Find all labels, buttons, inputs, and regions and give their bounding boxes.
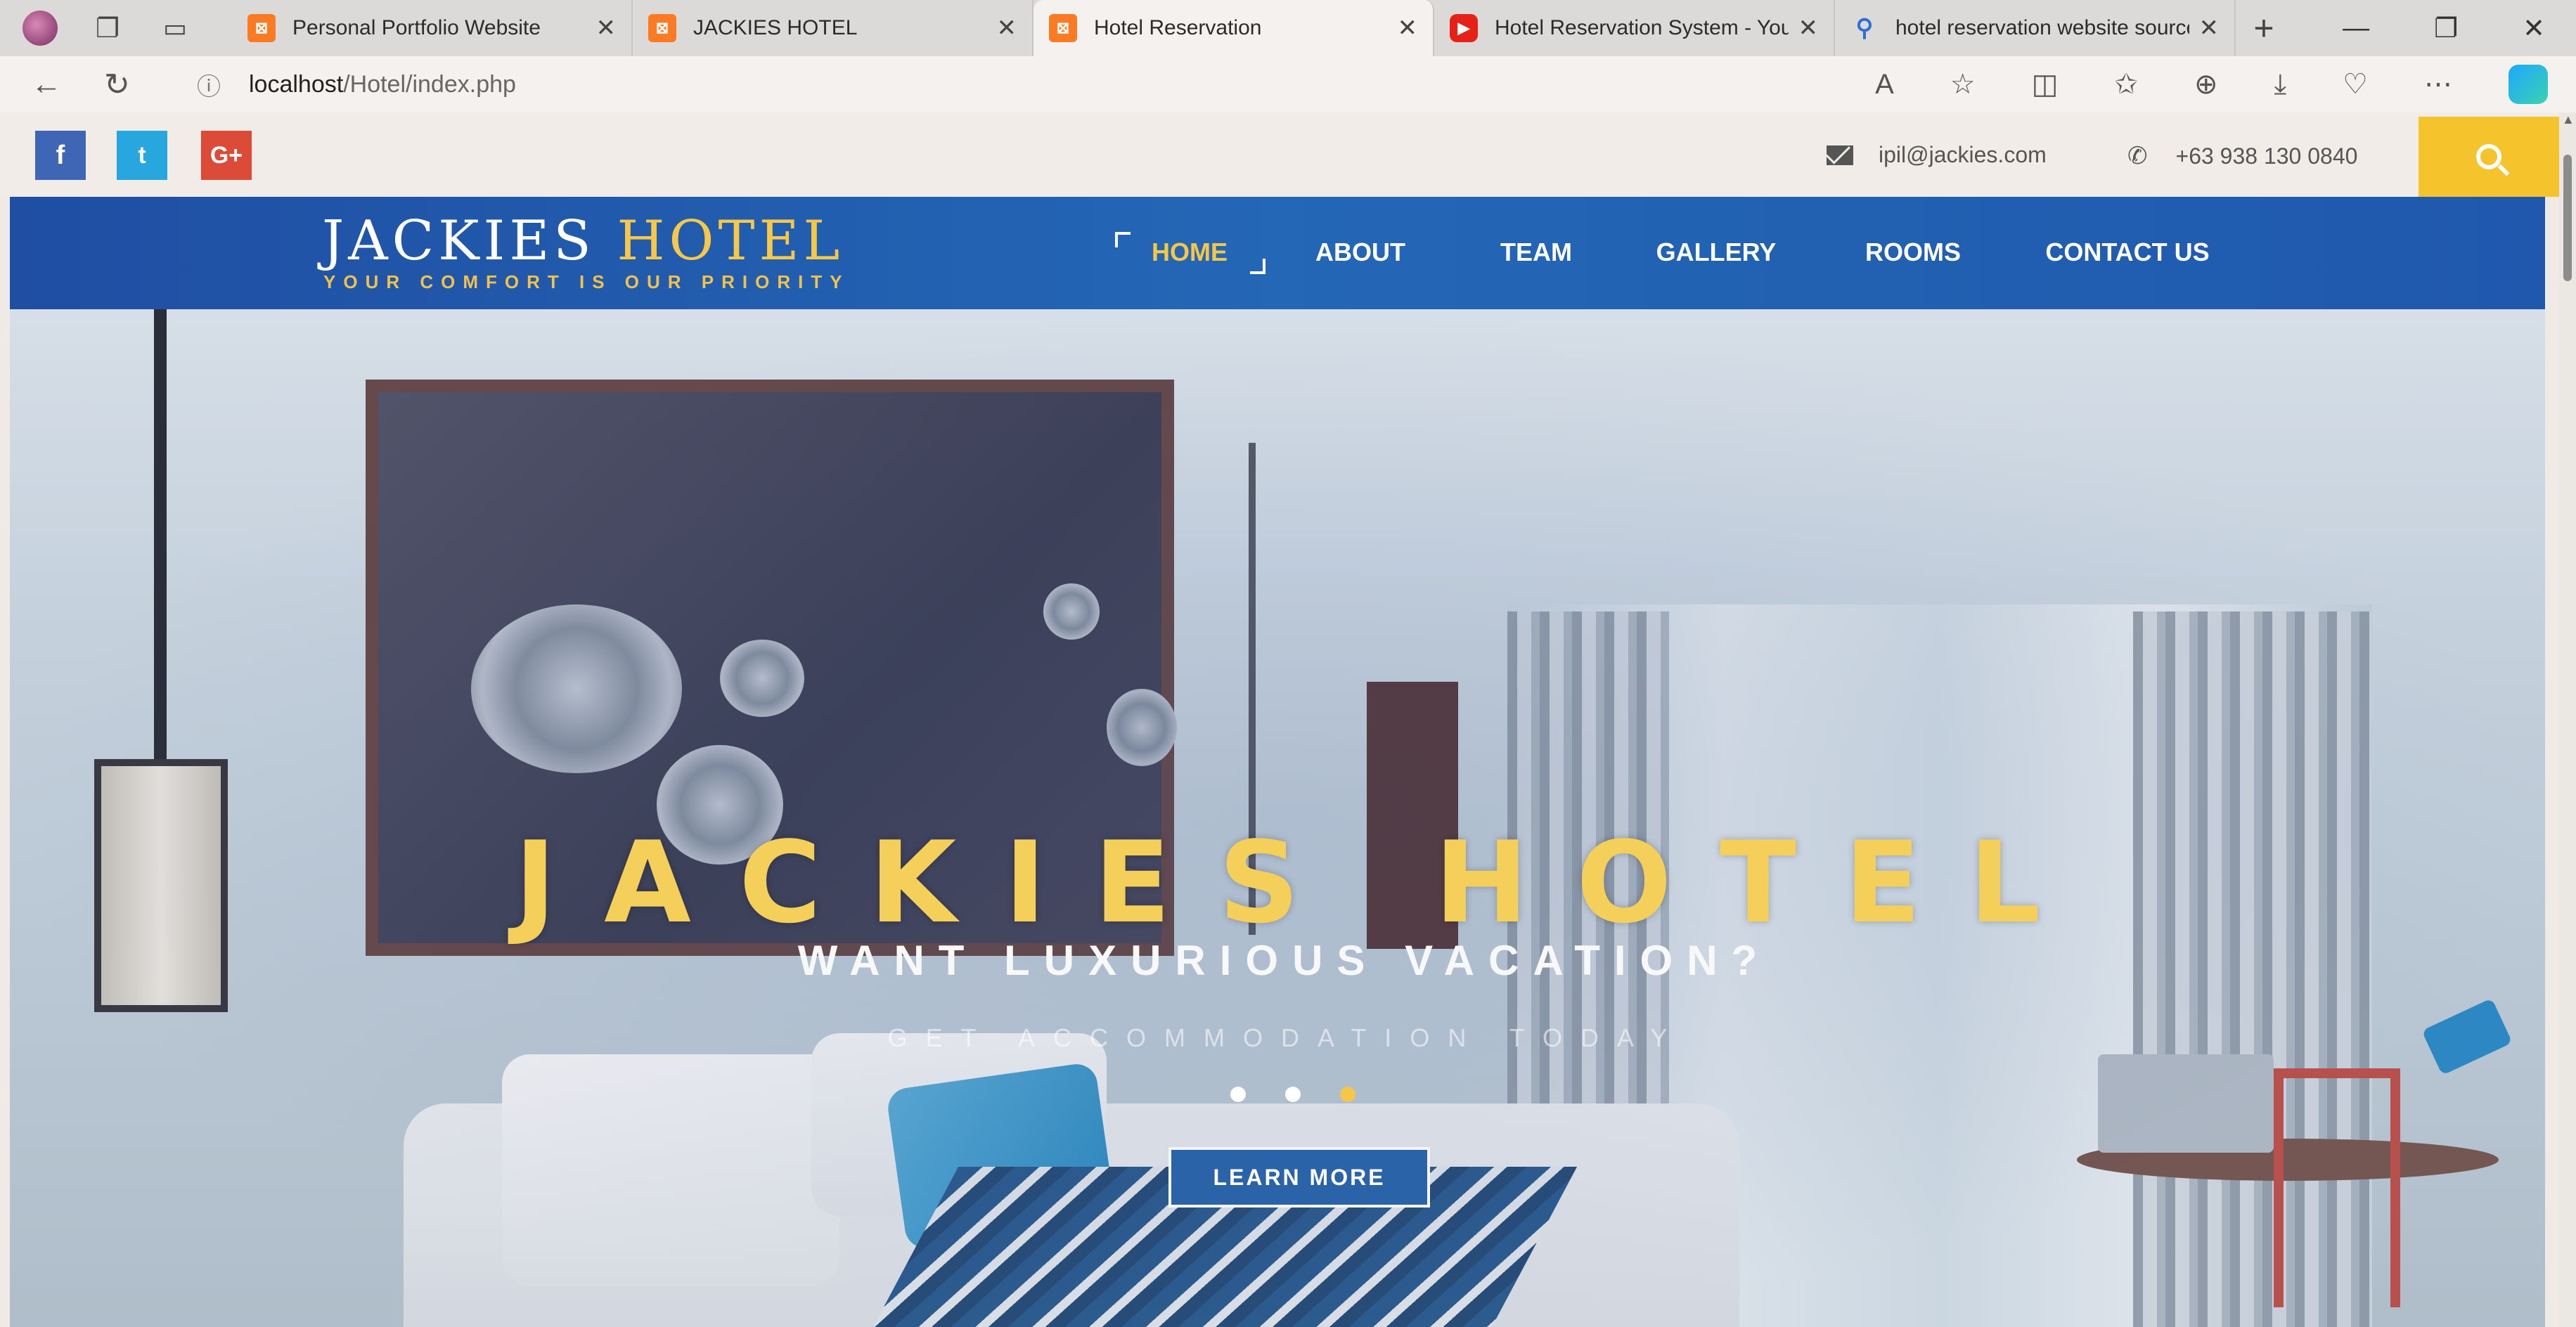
tab-title: Hotel Reservation — [1094, 16, 1262, 39]
site-info-icon[interactable]: ⓘ — [197, 67, 221, 102]
favorites-icon[interactable]: ✩ — [2114, 68, 2138, 101]
url-host: localhost — [249, 70, 344, 98]
nav-gallery[interactable]: GALLERY — [1624, 228, 1808, 277]
hero-title: JACKIES HOTEL — [514, 817, 2089, 948]
nav-about[interactable]: ABOUT — [1273, 228, 1448, 277]
more-menu-icon[interactable]: ⋯ — [2424, 68, 2452, 101]
search-icon — [2476, 144, 2501, 169]
logo-jackies: JACKIES — [322, 209, 595, 273]
scrollbar-thumb[interactable] — [2563, 155, 2572, 281]
phone-text: +63 938 130 0840 — [2175, 143, 2358, 169]
close-icon[interactable]: ✕ — [596, 14, 617, 42]
xampp-icon: ⊠ — [247, 14, 276, 42]
read-aloud-icon[interactable]: A — [1875, 69, 1894, 101]
website-viewport: f t G+ ipil@jackies.com ✆ +63 938 130 08… — [0, 112, 2559, 1327]
tab-title: Personal Portfolio Website — [292, 16, 541, 39]
slider-dot[interactable] — [1230, 1087, 1246, 1102]
tab-title: hotel reservation website source — [1895, 16, 2189, 39]
tab-jackies-hotel[interactable]: ⊠ JACKIES HOTEL ✕ — [633, 0, 1033, 56]
tab-actions-icon[interactable]: ▭ — [157, 11, 193, 46]
avatar-icon — [22, 11, 58, 46]
nav-home[interactable]: HOME — [1107, 228, 1273, 277]
workspaces-icon[interactable]: ❐ — [90, 11, 125, 46]
hero-slider: JACKIES HOTEL WANT LUXURIOUS VACATION? G… — [10, 309, 2545, 1327]
scroll-up-icon[interactable]: ▲ — [2562, 112, 2575, 127]
site-search-button[interactable] — [2419, 117, 2559, 197]
envelope-icon — [1827, 145, 1853, 165]
tab-hotel-reservation[interactable]: ⊠ Hotel Reservation ✕ — [1033, 0, 1434, 56]
close-icon[interactable]: ✕ — [2199, 14, 2220, 42]
downloads-icon[interactable]: ⤓ — [2274, 69, 2286, 101]
slider-dot[interactable] — [1285, 1087, 1301, 1102]
main-menu: HOME ABOUT TEAM GALLERY ROOMS CONTACT US — [1107, 228, 2237, 277]
minimize-icon[interactable]: — — [2343, 13, 2369, 44]
address-bar-row: ← ↻ ⓘ localhost/Hotel/index.php A ☆ ◫ ✩ … — [0, 56, 2576, 112]
close-icon[interactable]: ✕ — [1798, 14, 1819, 42]
hero-tagline: GET ACCOMMODATION TODAY — [887, 1023, 1686, 1052]
profile-avatar[interactable] — [22, 11, 58, 46]
tab-search[interactable]: ⚲ hotel reservation website source ✕ — [1835, 0, 2236, 56]
site-top-bar: f t G+ ipil@jackies.com ✆ +63 938 130 08… — [0, 112, 2559, 197]
hero-subtitle: WANT LUXURIOUS VACATION? — [797, 937, 1772, 984]
split-screen-icon[interactable]: ◫ — [2032, 68, 2059, 101]
logo-tagline: YOUR COMFORT IS OUR PRIORITY — [323, 271, 850, 292]
phone-icon: ✆ — [2127, 143, 2148, 169]
google-plus-icon[interactable]: G+ — [201, 131, 252, 180]
slider-dots — [1230, 1087, 1355, 1102]
tab-title: Hotel Reservation System - YouT — [1495, 16, 1789, 39]
url-field[interactable]: localhost/Hotel/index.php — [249, 71, 516, 98]
facebook-icon[interactable]: f — [35, 131, 86, 180]
favorite-star-icon[interactable]: ☆ — [1950, 68, 1976, 101]
refresh-icon[interactable]: ↻ — [104, 67, 130, 103]
email-text: ipil@jackies.com — [1879, 142, 2047, 167]
restore-icon[interactable]: ❐ — [2434, 13, 2458, 44]
tab-title: JACKIES HOTEL — [693, 16, 858, 39]
new-tab-button[interactable]: + — [2236, 0, 2292, 56]
logo-hotel: HOTEL — [617, 209, 844, 273]
tab-youtube[interactable]: ▶ Hotel Reservation System - YouT ✕ — [1434, 0, 1835, 56]
window-controls: — ❐ ✕ — [2343, 0, 2576, 56]
collections-icon[interactable]: ⊕ — [2194, 68, 2218, 101]
contact-phone: ✆ +63 938 130 0840 — [2127, 142, 2357, 170]
nav-contact-us[interactable]: CONTACT US — [2018, 228, 2237, 277]
nav-rooms[interactable]: ROOMS — [1808, 228, 2018, 277]
toolbar-icons: A ☆ ◫ ✩ ⊕ ⤓ ♡ ⋯ — [1875, 65, 2576, 104]
xampp-icon: ⊠ — [1049, 14, 1077, 42]
contact-email: ipil@jackies.com — [1827, 142, 2047, 168]
tab-personal-portfolio[interactable]: ⊠ Personal Portfolio Website ✕ — [232, 0, 633, 56]
search-icon: ⚲ — [1855, 15, 1874, 41]
site-logo[interactable]: JACKIES HOTEL — [322, 209, 844, 273]
nav-buttons: ← ↻ — [0, 67, 183, 103]
page-scrollbar[interactable]: ▲ — [2559, 112, 2576, 1327]
learn-more-button[interactable]: LEARN MORE — [1168, 1147, 1430, 1208]
close-icon[interactable]: ✕ — [997, 14, 1017, 42]
window-close-icon[interactable]: ✕ — [2523, 13, 2545, 44]
close-icon[interactable]: ✕ — [1398, 14, 1418, 42]
slider-dot[interactable] — [1340, 1087, 1355, 1102]
youtube-icon: ▶ — [1450, 14, 1478, 42]
main-navbar: JACKIES HOTEL YOUR COMFORT IS OUR PRIORI… — [10, 197, 2545, 309]
back-arrow-icon[interactable]: ← — [31, 67, 62, 103]
browser-essentials-icon[interactable]: ♡ — [2343, 68, 2368, 101]
browser-tab-strip: ❐ ▭ ⊠ Personal Portfolio Website ✕ ⊠ JAC… — [0, 0, 2576, 56]
nav-team[interactable]: TEAM — [1448, 228, 1624, 277]
copilot-icon[interactable] — [2509, 65, 2548, 104]
twitter-icon[interactable]: t — [117, 131, 167, 180]
tab-strip-leading-icons: ❐ ▭ — [0, 0, 232, 56]
url-path: /Hotel/index.php — [343, 70, 516, 98]
xampp-icon: ⊠ — [648, 14, 676, 42]
